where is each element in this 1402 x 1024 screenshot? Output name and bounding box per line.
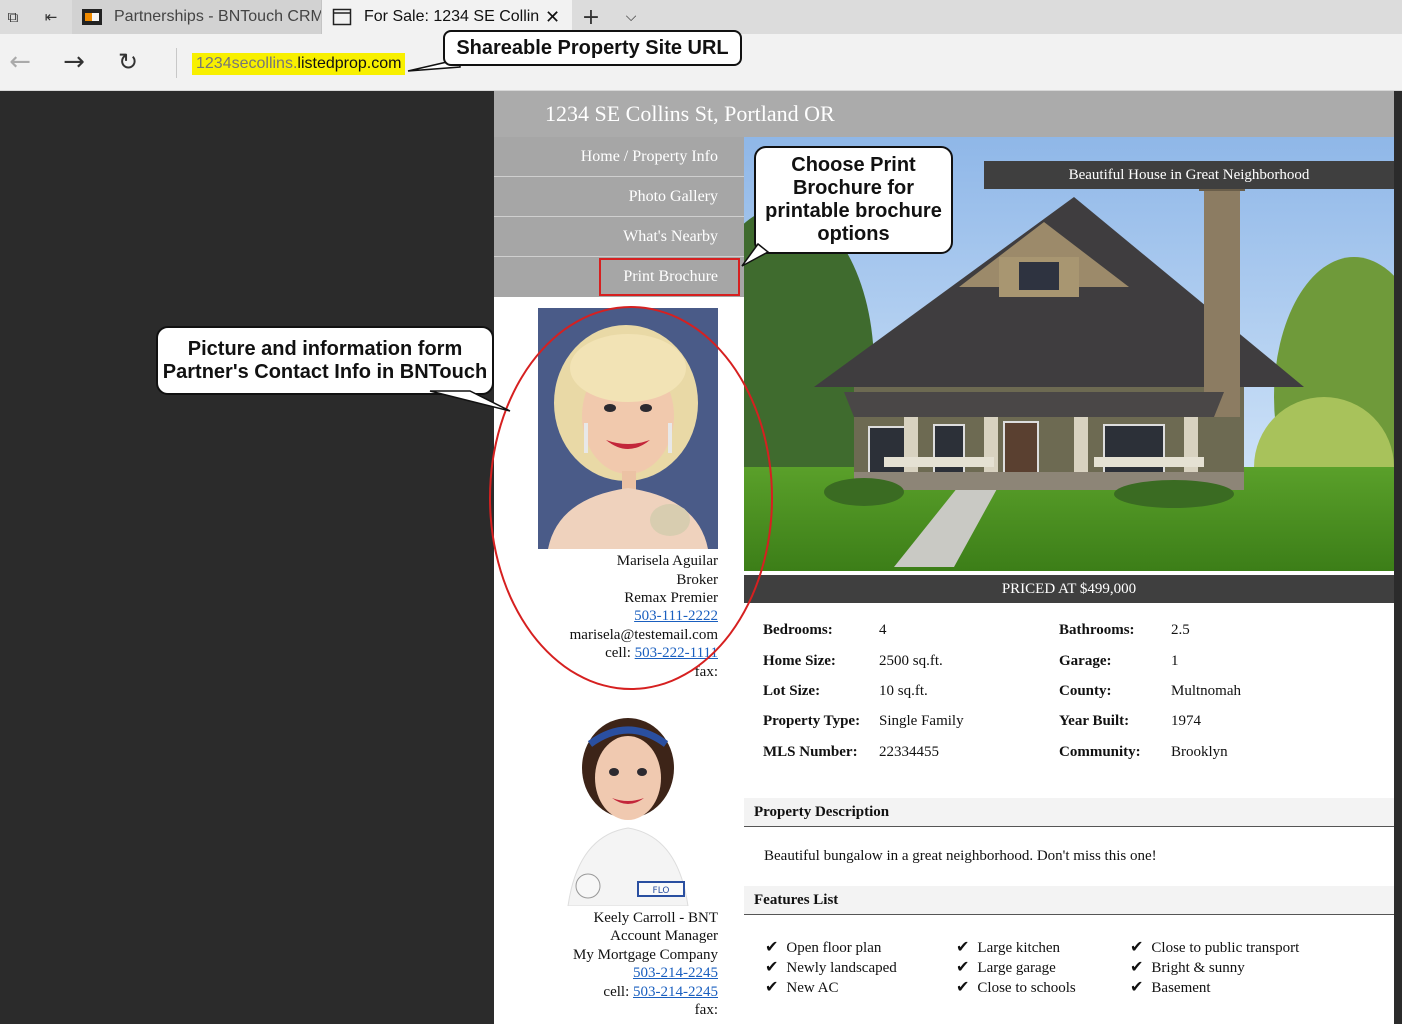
spec-value-home-size: 2500 sq.ft. [879, 653, 943, 669]
contact-callout-pointer [429, 390, 511, 412]
nav-whats-nearby[interactable]: What's Nearby [494, 217, 744, 257]
print-brochure-highlight [599, 258, 740, 296]
agent-company: My Mortgage Company [573, 947, 718, 963]
agent-title: Account Manager [610, 928, 718, 944]
print-callout-pointer [741, 242, 770, 267]
spec-label-community: Community: [1059, 744, 1141, 760]
description-heading: Property Description [744, 798, 1394, 827]
spec-label-lot-size: Lot Size: [763, 683, 821, 699]
feature-item: ✔ New AC [765, 977, 839, 996]
spec-value-lot-size: 10 sq.ft. [879, 683, 928, 699]
spec-value-garage: 1 [1171, 653, 1179, 669]
spec-label-bedrooms: Bedrooms: [763, 622, 833, 638]
spec-value-community: Brooklyn [1171, 744, 1228, 760]
address-bar-url[interactable]: 1234secollins.listedprop.com [192, 53, 406, 75]
url-callout: Shareable Property Site URL [443, 30, 742, 66]
feature-item: ✔ Basement [1130, 977, 1211, 996]
feature-item: ✔ Large garage [956, 957, 1056, 976]
spec-value-bedrooms: 4 [879, 622, 887, 638]
feature-item: ✔ Large kitchen [956, 937, 1061, 956]
feature-item: ✔ Close to public transport [1130, 937, 1300, 956]
checkmark-icon: ✔ [956, 957, 970, 976]
spec-label-home-size: Home Size: [763, 653, 836, 669]
spec-label-mls-number: MLS Number: [763, 744, 858, 760]
checkmark-icon: ✔ [765, 957, 779, 976]
tab-for-sale[interactable]: For Sale: 1234 SE Collins ✕ [322, 0, 572, 34]
spec-label-garage: Garage: [1059, 653, 1112, 669]
spec-value-year-built: 1974 [1171, 713, 1201, 729]
close-tab-icon[interactable]: ✕ [545, 7, 560, 28]
spec-label-bathrooms: Bathrooms: [1059, 622, 1135, 638]
features-heading: Features List [744, 886, 1394, 915]
checkmark-icon: ✔ [1130, 937, 1144, 956]
checkmark-icon: ✔ [956, 977, 970, 996]
spec-label-year-built: Year Built: [1059, 713, 1130, 729]
url-subdomain: 1234secollins. [196, 55, 298, 72]
spec-value-bathrooms: 2.5 [1171, 622, 1190, 638]
tab-bar: ⧉ ⇤ Partnerships - BNTouch CRM For Sale:… [0, 0, 1402, 34]
set-aside-tabs-icon[interactable]: ⇤ [40, 6, 62, 28]
agent-cell-link[interactable]: 503-214-2245 [633, 984, 718, 1000]
page-scrollbar[interactable] [1394, 91, 1402, 1024]
nav-home-property-info[interactable]: Home / Property Info [494, 137, 744, 177]
spec-label-property-type: Property Type: [763, 713, 861, 729]
checkmark-icon: ✔ [956, 937, 970, 956]
name-badge-text: FLO [653, 886, 670, 896]
checkmark-icon: ✔ [1130, 957, 1144, 976]
bntouch-favicon-icon [82, 9, 102, 25]
tab-list-chevron-down-icon[interactable]: ⌵ [620, 6, 642, 28]
feature-item: ✔ Newly landscaped [765, 957, 897, 976]
tab-title: For Sale: 1234 SE Collins [364, 8, 539, 25]
url-domain: listedprop.com [297, 55, 402, 72]
agent-phone-link[interactable]: 503-214-2245 [633, 965, 718, 982]
spec-value-property-type: Single Family [879, 713, 964, 729]
checkmark-icon: ✔ [765, 937, 779, 956]
tab-title: Partnerships - BNTouch CRM [114, 8, 321, 25]
price-bar: PRICED AT $499,000 [744, 575, 1394, 603]
divider [176, 48, 177, 78]
agent-photo-keely[interactable]: FLO [538, 706, 718, 906]
refresh-icon[interactable]: ↻ [112, 46, 144, 78]
agent-name: Keely Carroll - BNT [593, 910, 718, 926]
feature-item: ✔ Bright & sunny [1130, 957, 1245, 976]
checkmark-icon: ✔ [1130, 977, 1144, 996]
agent-fax: fax: [694, 1002, 718, 1018]
feature-item: ✔ Close to schools [956, 977, 1076, 996]
description-text: Beautiful bungalow in a great neighborho… [764, 848, 1157, 864]
hero-caption: Beautiful House in Great Neighborhood [984, 161, 1394, 189]
checkmark-icon: ✔ [765, 977, 779, 996]
tab-manager-icon[interactable]: ⧉ [2, 6, 24, 28]
back-arrow-icon[interactable]: ← [4, 46, 36, 78]
spec-label-county: County: [1059, 683, 1112, 699]
site-header-address: 1234 SE Collins St, Portland OR [494, 91, 1394, 137]
print-brochure-callout: Choose Print Brochure for printable broc… [754, 146, 953, 254]
spec-value-county: Multnomah [1171, 683, 1241, 699]
agent-cell: cell: 503-214-2245 [603, 984, 718, 1000]
page-favicon-icon [332, 8, 352, 26]
new-tab-icon[interactable]: + [580, 5, 602, 30]
nav-photo-gallery[interactable]: Photo Gallery [494, 177, 744, 217]
spec-value-mls-number: 22334455 [879, 744, 939, 760]
feature-item: ✔ Open floor plan [765, 937, 882, 956]
tab-partnerships[interactable]: Partnerships - BNTouch CRM [72, 0, 322, 34]
contact-info-highlight-oval [489, 306, 773, 690]
forward-arrow-icon[interactable]: → [58, 46, 90, 78]
